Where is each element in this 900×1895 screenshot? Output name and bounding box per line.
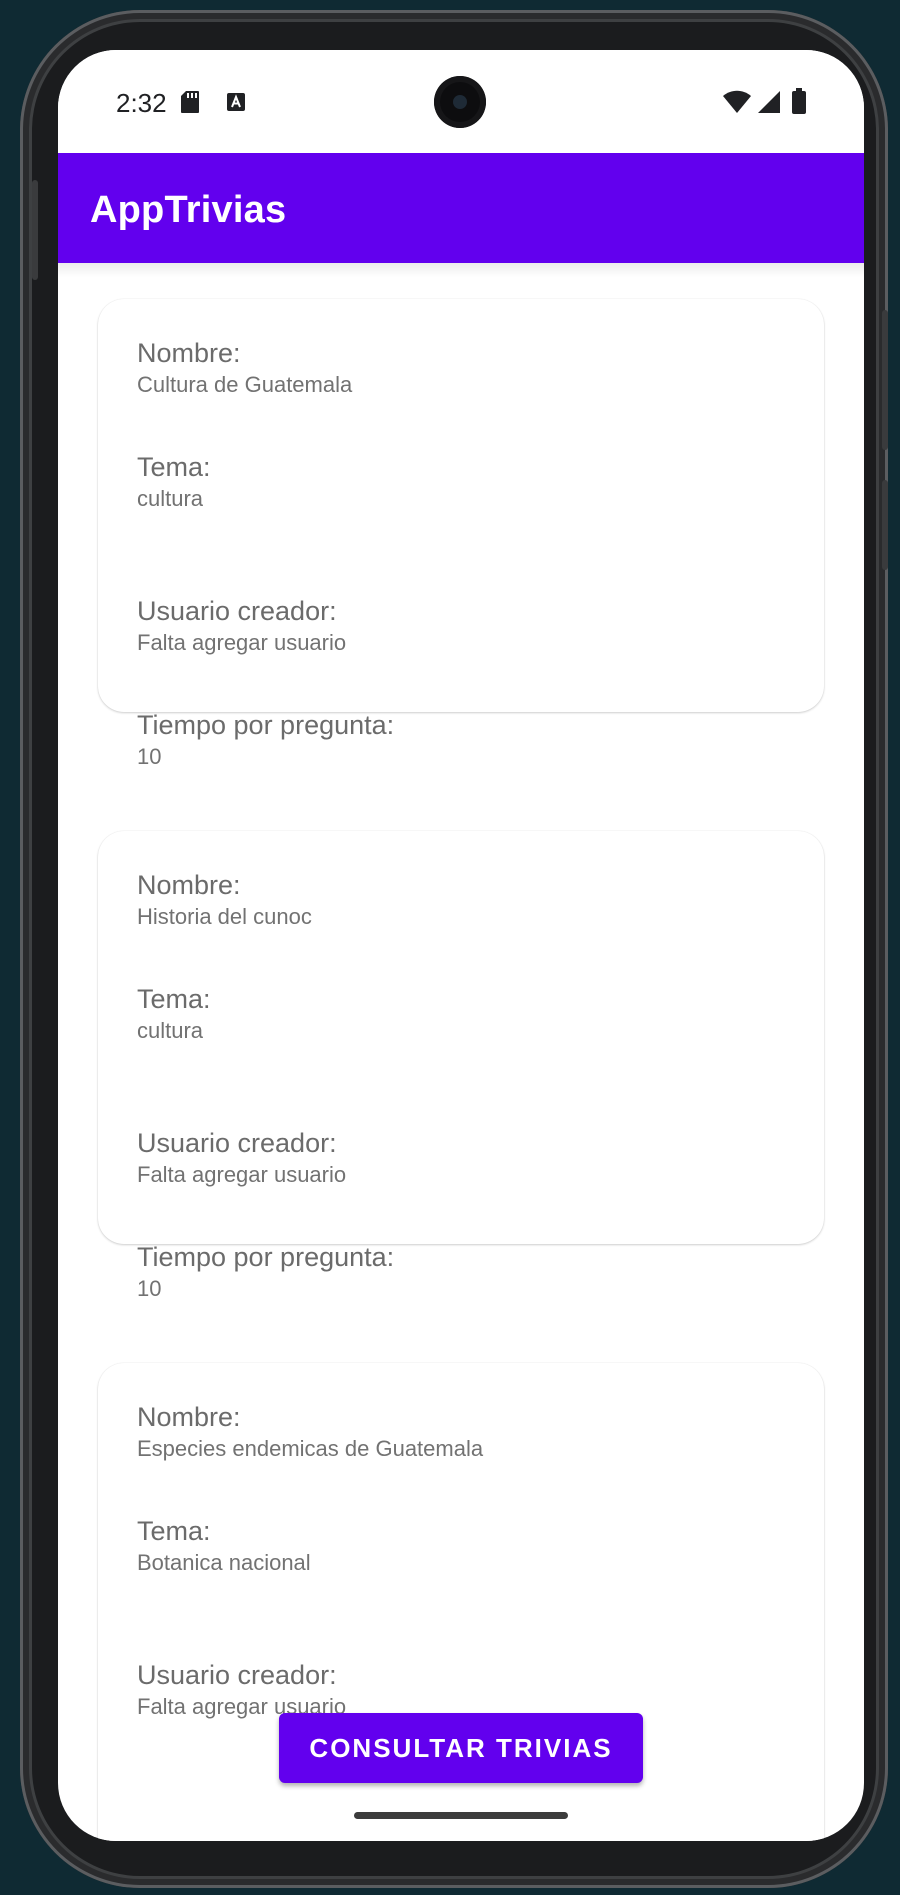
- topic-value: cultura: [137, 486, 204, 512]
- topic-label: Tema:: [137, 984, 211, 1014]
- app-bar-shadow: [58, 263, 864, 277]
- creator-value: Falta agregar usuario: [137, 1162, 347, 1188]
- topic-value: Botanica nacional: [137, 1550, 311, 1576]
- a-icon: [227, 93, 245, 111]
- creator-field: Usuario creador: Falta agregar usuario: [137, 1127, 346, 1190]
- creator-label: Usuario creador:: [137, 596, 337, 626]
- camera-lens: [453, 95, 467, 109]
- name-field: Nombre: Historia del cunoc: [137, 869, 312, 932]
- time-field: Tiempo por pregunta: 10: [137, 1241, 394, 1304]
- name-label: Nombre:: [137, 870, 241, 900]
- front-camera: [434, 76, 486, 128]
- status-time: 2:32: [116, 88, 167, 118]
- time-label: Tiempo por pregunta:: [137, 1242, 395, 1272]
- time-field: Tiempo por pregunta: 10: [137, 709, 394, 772]
- status-bar: 2:32: [58, 50, 864, 153]
- topic-label: Tema:: [137, 1516, 211, 1546]
- creator-label: Usuario creador:: [137, 1660, 337, 1690]
- name-label: Nombre:: [137, 1402, 241, 1432]
- app-title: AppTrivias: [90, 189, 287, 231]
- signal-icon: [758, 91, 780, 113]
- time-label: Tiempo por pregunta:: [137, 710, 395, 740]
- time-value: 10: [137, 744, 162, 770]
- trivia-card[interactable]: Nombre: Historia del cunoc Tema: cultura…: [98, 831, 824, 1301]
- creator-label: Usuario creador:: [137, 1128, 337, 1158]
- topic-value: cultura: [137, 1018, 204, 1044]
- sd-card-icon: [181, 91, 199, 113]
- time-value: 10: [137, 1276, 162, 1302]
- phone-screen: 2:32 AppTrivias Nombre: Cultura de Guate…: [58, 50, 864, 1841]
- name-value: Especies endemicas de Guatemala: [137, 1436, 484, 1462]
- volume-button: [882, 480, 888, 570]
- side-button: [32, 180, 38, 280]
- app-bar: AppTrivias: [58, 153, 864, 263]
- name-label: Nombre:: [137, 338, 241, 368]
- topic-field: Tema: cultura: [137, 983, 211, 1046]
- topic-label: Tema:: [137, 452, 211, 482]
- creator-field: Usuario creador: Falta agregar usuario: [137, 595, 346, 658]
- power-button: [882, 310, 888, 450]
- consult-trivias-button[interactable]: CONSULTAR TRIVIAS: [279, 1713, 643, 1783]
- battery-icon: [792, 88, 806, 114]
- name-field: Nombre: Especies endemicas de Guatemala: [137, 1401, 483, 1464]
- home-indicator[interactable]: [354, 1812, 568, 1819]
- name-value: Cultura de Guatemala: [137, 372, 353, 398]
- trivia-card[interactable]: Nombre: Cultura de Guatemala Tema: cultu…: [98, 299, 824, 769]
- name-field: Nombre: Cultura de Guatemala: [137, 337, 352, 400]
- creator-value: Falta agregar usuario: [137, 630, 347, 656]
- name-value: Historia del cunoc: [137, 904, 312, 930]
- wifi-icon: [723, 90, 751, 113]
- topic-field: Tema: cultura: [137, 451, 211, 514]
- topic-field: Tema: Botanica nacional: [137, 1515, 311, 1578]
